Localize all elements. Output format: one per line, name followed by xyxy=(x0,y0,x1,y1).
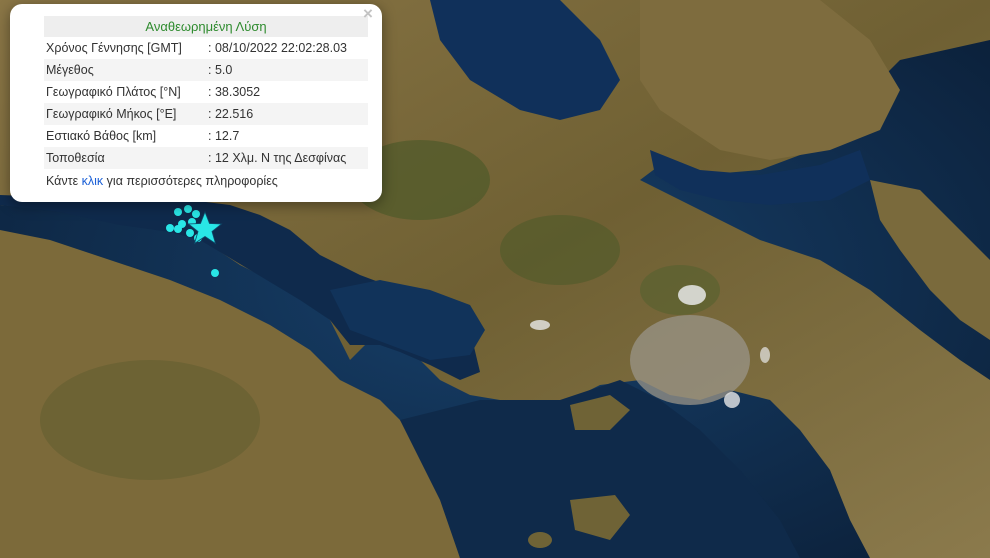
row-label: Γεωγραφικό Μήκος [°E] xyxy=(44,103,206,125)
cloud-patch xyxy=(530,320,550,330)
row-value: : 12 Χλμ. Ν της Δεσφίνας xyxy=(206,147,368,169)
row-value: : 38.3052 xyxy=(208,85,261,99)
table-row: Γεωγραφικό Μήκος [°E] : 22.516 xyxy=(44,103,368,125)
earthquake-details-table: Χρόνος Γέννησης [GMT] : 08/10/2022 22:02… xyxy=(44,37,368,169)
row-label: Γεωγραφικό Πλάτος [°N] xyxy=(46,85,181,99)
table-row: Εστιακό Βάθος [km] : 12.7 xyxy=(44,125,368,147)
table-row: Χρόνος Γέννησης [GMT] : 08/10/2022 22:02… xyxy=(44,37,368,59)
athens-urban xyxy=(630,315,750,405)
earthquake-info-popup: × Αναθεωρημένη Λύση Χρόνος Γέννησης [GMT… xyxy=(10,4,382,202)
aftershock-circle-icon[interactable] xyxy=(174,225,182,233)
close-icon[interactable]: × xyxy=(360,5,376,22)
row-label: Τοποθεσία xyxy=(44,147,206,169)
aftershock-circle-icon[interactable] xyxy=(184,205,192,213)
popup-title: Αναθεωρημένη Λύση xyxy=(44,16,368,37)
row-label: Χρόνος Γέννησης [GMT] xyxy=(46,41,182,55)
cloud-patch xyxy=(724,392,740,408)
table-row: Μέγεθος : 5.0 xyxy=(44,59,368,81)
row-value: : 08/10/2022 22:02:28.03 xyxy=(208,41,348,55)
popup-footer: Κάντε κλικ για περισσότερες πληροφορίες xyxy=(44,171,382,191)
row-label: Εστιακό Βάθος [km] xyxy=(46,129,157,143)
table-row: Τοποθεσία : 12 Χλμ. Ν της Δεσφίνας xyxy=(44,147,368,169)
row-label: Μέγεθος xyxy=(44,59,206,81)
aftershock-circle-icon[interactable] xyxy=(192,210,200,218)
footer-prefix: Κάντε xyxy=(46,174,82,188)
mountain-helicon xyxy=(500,215,620,285)
row-value: : 22.516 xyxy=(206,103,368,125)
cloud-patch xyxy=(760,347,770,363)
island-small xyxy=(528,532,552,548)
aftershock-circle-icon[interactable] xyxy=(211,269,219,277)
cloud-patch xyxy=(678,285,706,305)
aftershock-circle-icon[interactable] xyxy=(166,224,174,232)
row-value: : 5.0 xyxy=(206,59,368,81)
aftershock-circle-icon[interactable] xyxy=(174,208,182,216)
row-value: : 12.7 xyxy=(208,129,240,143)
table-row: Γεωγραφικό Πλάτος [°N] : 38.3052 xyxy=(44,81,368,103)
more-info-link[interactable]: κλικ xyxy=(82,174,104,188)
aftershock-circle-icon[interactable] xyxy=(186,229,194,237)
mountain-peloponnese xyxy=(40,360,260,480)
footer-suffix: για περισσότερες πληροφορίες xyxy=(103,174,278,188)
